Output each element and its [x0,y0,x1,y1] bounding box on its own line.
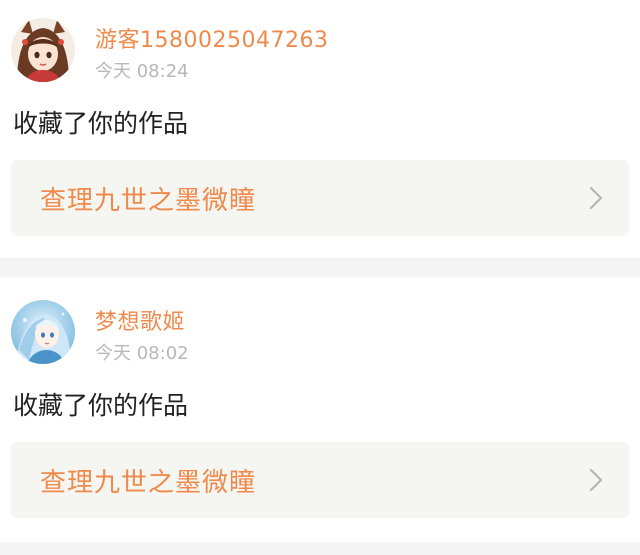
chevron-right-icon [589,186,603,210]
notification-card: 梦想歌姬 今天 08:02 收藏了你的作品 查理九世之墨微瞳 [0,277,640,542]
work-title: 查理九世之墨微瞳 [40,468,257,498]
work-title: 查理九世之墨微瞳 [40,186,257,216]
user-avatar[interactable] [11,18,75,82]
anime-girl-avatar-icon [11,18,75,82]
action-text: 收藏了你的作品 [13,109,189,138]
anime-blue-girl-avatar-icon [11,300,75,364]
chevron-right-icon [589,468,603,492]
work-link-button[interactable]: 查理九世之墨微瞳 [11,442,629,518]
timestamp: 今天 08:24 [95,61,189,82]
user-avatar[interactable] [11,300,75,364]
work-link-button[interactable]: 查理九世之墨微瞳 [11,160,629,236]
notification-feed: 游客1580025047263 今天 08:24 收藏了你的作品 查理九世之墨微… [0,0,640,555]
notification-card: 游客1580025047263 今天 08:24 收藏了你的作品 查理九世之墨微… [0,0,640,258]
username-link[interactable]: 游客1580025047263 [95,22,328,54]
action-text: 收藏了你的作品 [13,391,189,420]
timestamp: 今天 08:02 [95,343,189,364]
username-link[interactable]: 梦想歌姬 [95,304,185,336]
